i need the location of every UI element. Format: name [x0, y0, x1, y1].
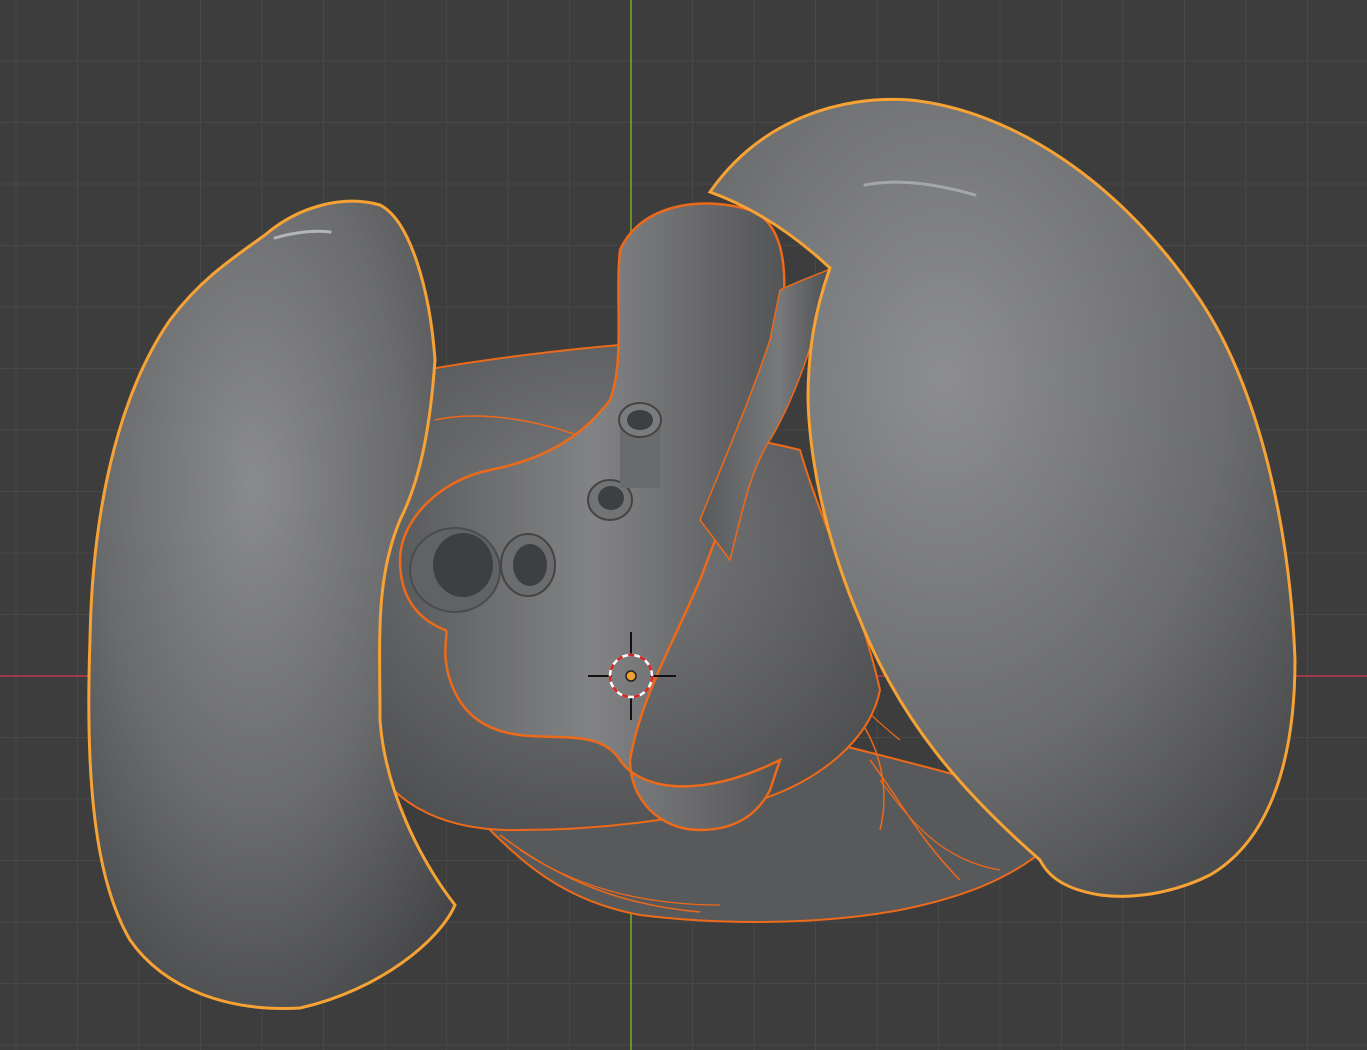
- vertebral-vessel: [618, 402, 662, 488]
- viewport-canvas[interactable]: [0, 0, 1367, 1050]
- brachiocephalic-vessel: [409, 527, 501, 613]
- origin-dot: [625, 670, 637, 682]
- carotid-vessel: [500, 533, 556, 597]
- 3d-viewport[interactable]: [0, 0, 1367, 1050]
